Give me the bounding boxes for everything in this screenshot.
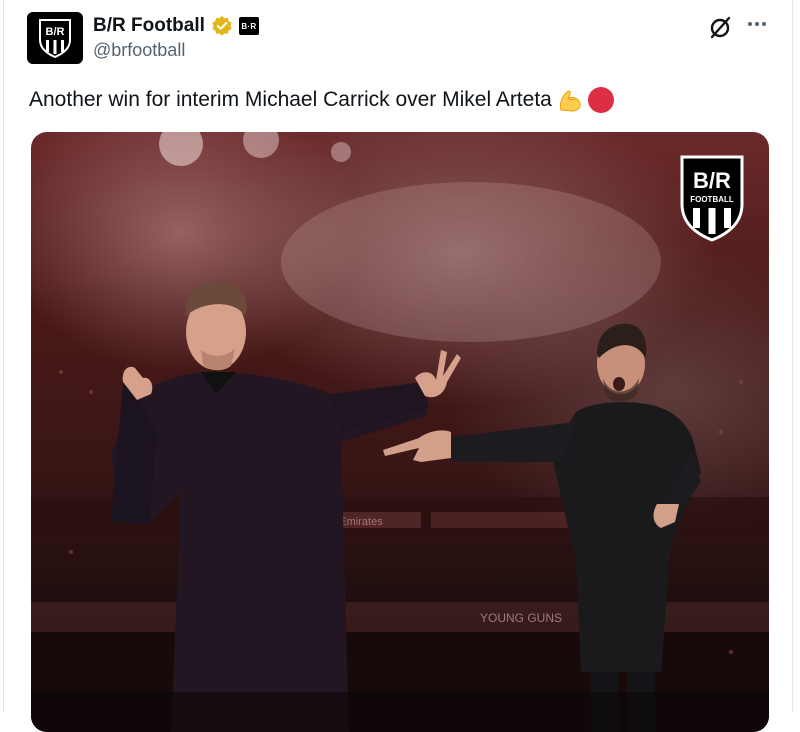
svg-text:B/R: B/R [693,168,731,193]
svg-text:FOOTBALL: FOOTBALL [690,195,734,204]
tweet-card[interactable]: B/R B/R Football B·R @brfootball Another… [3,0,793,732]
br-football-logo-icon: B/R FOOTBALL [680,155,744,242]
stadium-banner-2: YOUNG GUNS [480,611,562,625]
svg-text:B/R: B/R [46,26,65,38]
tweet-body: Another win for interim Michael Carrick … [29,88,552,111]
tweet-image[interactable]: Emirates YOUNG GUNS B/R FOOTBALL [31,132,769,732]
grok-icon[interactable] [708,14,734,40]
coaches-photo: Emirates YOUNG GUNS [31,132,769,732]
red-circle-icon [587,87,614,113]
handle[interactable]: @brfootball [93,40,185,61]
br-avatar-logo-icon: B/R [39,19,71,58]
verified-badge-icon[interactable] [211,15,233,37]
tweet-text: Another win for interim Michael Carrick … [29,86,614,114]
affiliate-badge[interactable]: B·R [238,17,259,35]
flexed-biceps-icon [559,90,581,112]
stadium-banner-1: Emirates [339,516,383,528]
more-options-icon[interactable] [742,14,772,34]
avatar[interactable]: B/R [27,12,83,64]
display-name[interactable]: B/R Football [93,15,205,37]
